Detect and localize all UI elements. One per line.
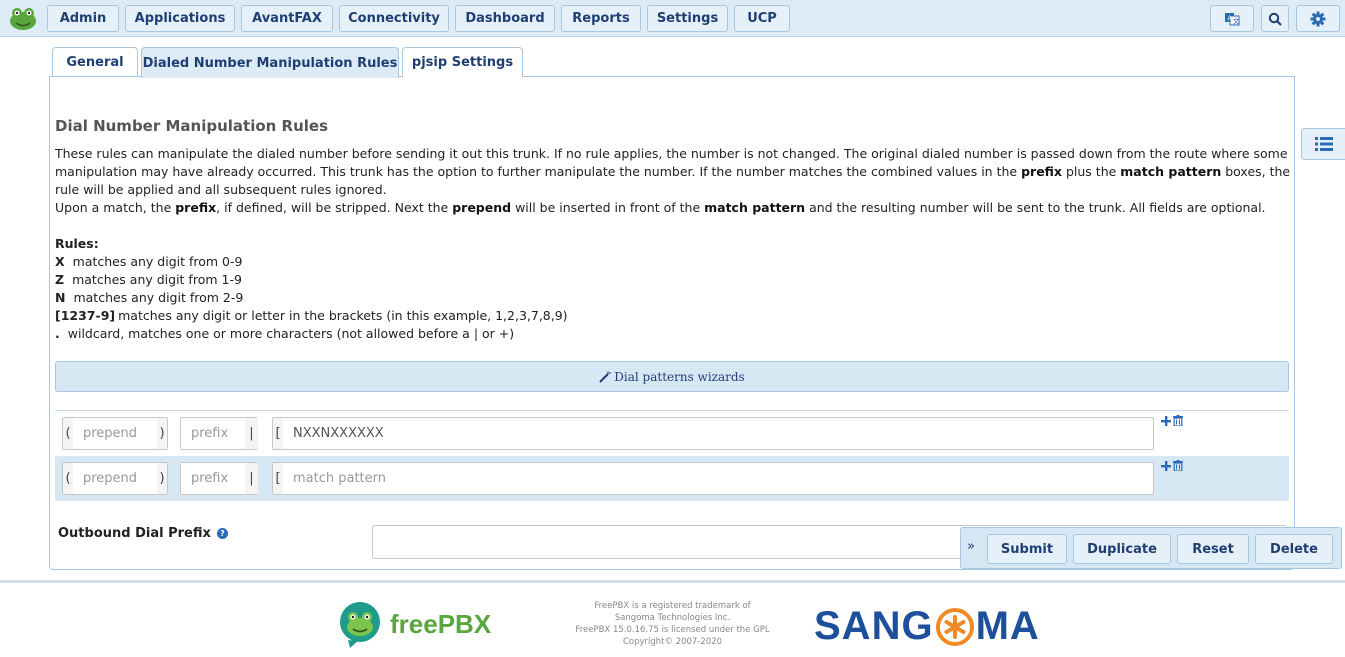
rule-item: Zmatches any digit from 1-9 — [55, 272, 242, 287]
tab-general[interactable]: General — [52, 47, 138, 77]
row-actions — [1161, 460, 1183, 471]
rule-item: Xmatches any digit from 0-9 — [55, 254, 243, 269]
nav-admin[interactable]: Admin — [47, 5, 119, 32]
top-nav-bar: Admin Applications AvantFAX Connectivity… — [0, 0, 1345, 37]
delete-button[interactable]: Delete — [1255, 534, 1333, 564]
magic-wand-icon — [599, 371, 612, 383]
trash-icon[interactable] — [1173, 460, 1183, 471]
rule-item: [1237-9] matches any digit or letter in t… — [55, 308, 568, 323]
action-bar: » Submit Duplicate Reset Delete — [960, 527, 1342, 569]
outbound-dial-prefix-label: Outbound Dial Prefix ? — [58, 526, 228, 541]
duplicate-button[interactable]: Duplicate — [1073, 534, 1171, 564]
nav-ucp[interactable]: UCP — [734, 5, 790, 32]
svg-text:文: 文 — [1233, 16, 1240, 25]
list-icon[interactable] — [1301, 128, 1345, 160]
rules-heading: Rules: — [55, 236, 99, 251]
prepend-input[interactable] — [73, 418, 157, 449]
nav-applications[interactable]: Applications — [125, 5, 235, 32]
pattern-row: ( ) | [ — [55, 456, 1289, 501]
plus-icon[interactable] — [1161, 460, 1171, 471]
prepend-group: ( ) — [62, 462, 168, 495]
svg-text:A: A — [1227, 14, 1232, 22]
frog-logo-icon[interactable] — [9, 6, 37, 31]
match-pattern-input[interactable] — [283, 418, 1151, 449]
match-pattern-group: [ — [272, 462, 1154, 495]
rule-item: Nmatches any digit from 2-9 — [55, 290, 244, 305]
prefix-input[interactable] — [181, 463, 245, 494]
prefix-group: | — [180, 462, 258, 495]
footer-legal: FreePBX is a registered trademark of San… — [575, 601, 770, 647]
tab-dialed-number-manipulation-rules[interactable]: Dialed Number Manipulation Rules — [141, 47, 399, 78]
section-title: Dial Number Manipulation Rules — [55, 117, 329, 135]
tab-pjsip-settings[interactable]: pjsip Settings — [402, 47, 523, 77]
plus-icon[interactable] — [1161, 415, 1171, 426]
nav-connectivity[interactable]: Connectivity — [339, 5, 449, 32]
reset-button[interactable]: Reset — [1177, 534, 1249, 564]
prefix-input[interactable] — [181, 418, 245, 449]
gear-icon[interactable] — [1296, 5, 1340, 32]
trash-icon[interactable] — [1173, 415, 1183, 426]
translate-icon[interactable]: A 文 — [1210, 5, 1254, 32]
freepbx-wordmark: freePBX — [390, 608, 492, 639]
pattern-row: ( ) | [ — [55, 411, 1289, 456]
prepend-group: ( ) — [62, 417, 168, 450]
nav-settings[interactable]: Settings — [647, 5, 728, 32]
nav-dashboard[interactable]: Dashboard — [455, 5, 555, 32]
help-icon[interactable]: ? — [216, 528, 228, 539]
nav-avantfax[interactable]: AvantFAX — [241, 5, 333, 32]
prefix-group: | — [180, 417, 258, 450]
match-pattern-input[interactable] — [283, 463, 1151, 494]
row-actions — [1161, 415, 1183, 426]
section-description: These rules can manipulate the dialed nu… — [55, 146, 1291, 215]
nav-reports[interactable]: Reports — [561, 5, 641, 32]
freepbx-logo: freePBX — [336, 600, 491, 648]
search-icon[interactable] — [1261, 5, 1289, 32]
freepbx-frog-icon — [340, 602, 380, 648]
footer-divider — [0, 580, 1345, 583]
sangoma-asterisk-icon — [935, 607, 974, 646]
rule-item: . wildcard, matches one or more character… — [55, 326, 515, 341]
rules-list: Rules: Xmatches any digit from 0-9 Zmatc… — [55, 235, 568, 343]
prepend-input[interactable] — [73, 463, 157, 494]
match-pattern-group: [ — [272, 417, 1154, 450]
sangoma-logo: SANG MA — [814, 604, 1040, 648]
submit-button[interactable]: Submit — [987, 534, 1067, 564]
collapse-toggle[interactable]: » — [967, 539, 975, 554]
dial-patterns-wizard-button[interactable]: Dial patterns wizards — [55, 361, 1289, 392]
